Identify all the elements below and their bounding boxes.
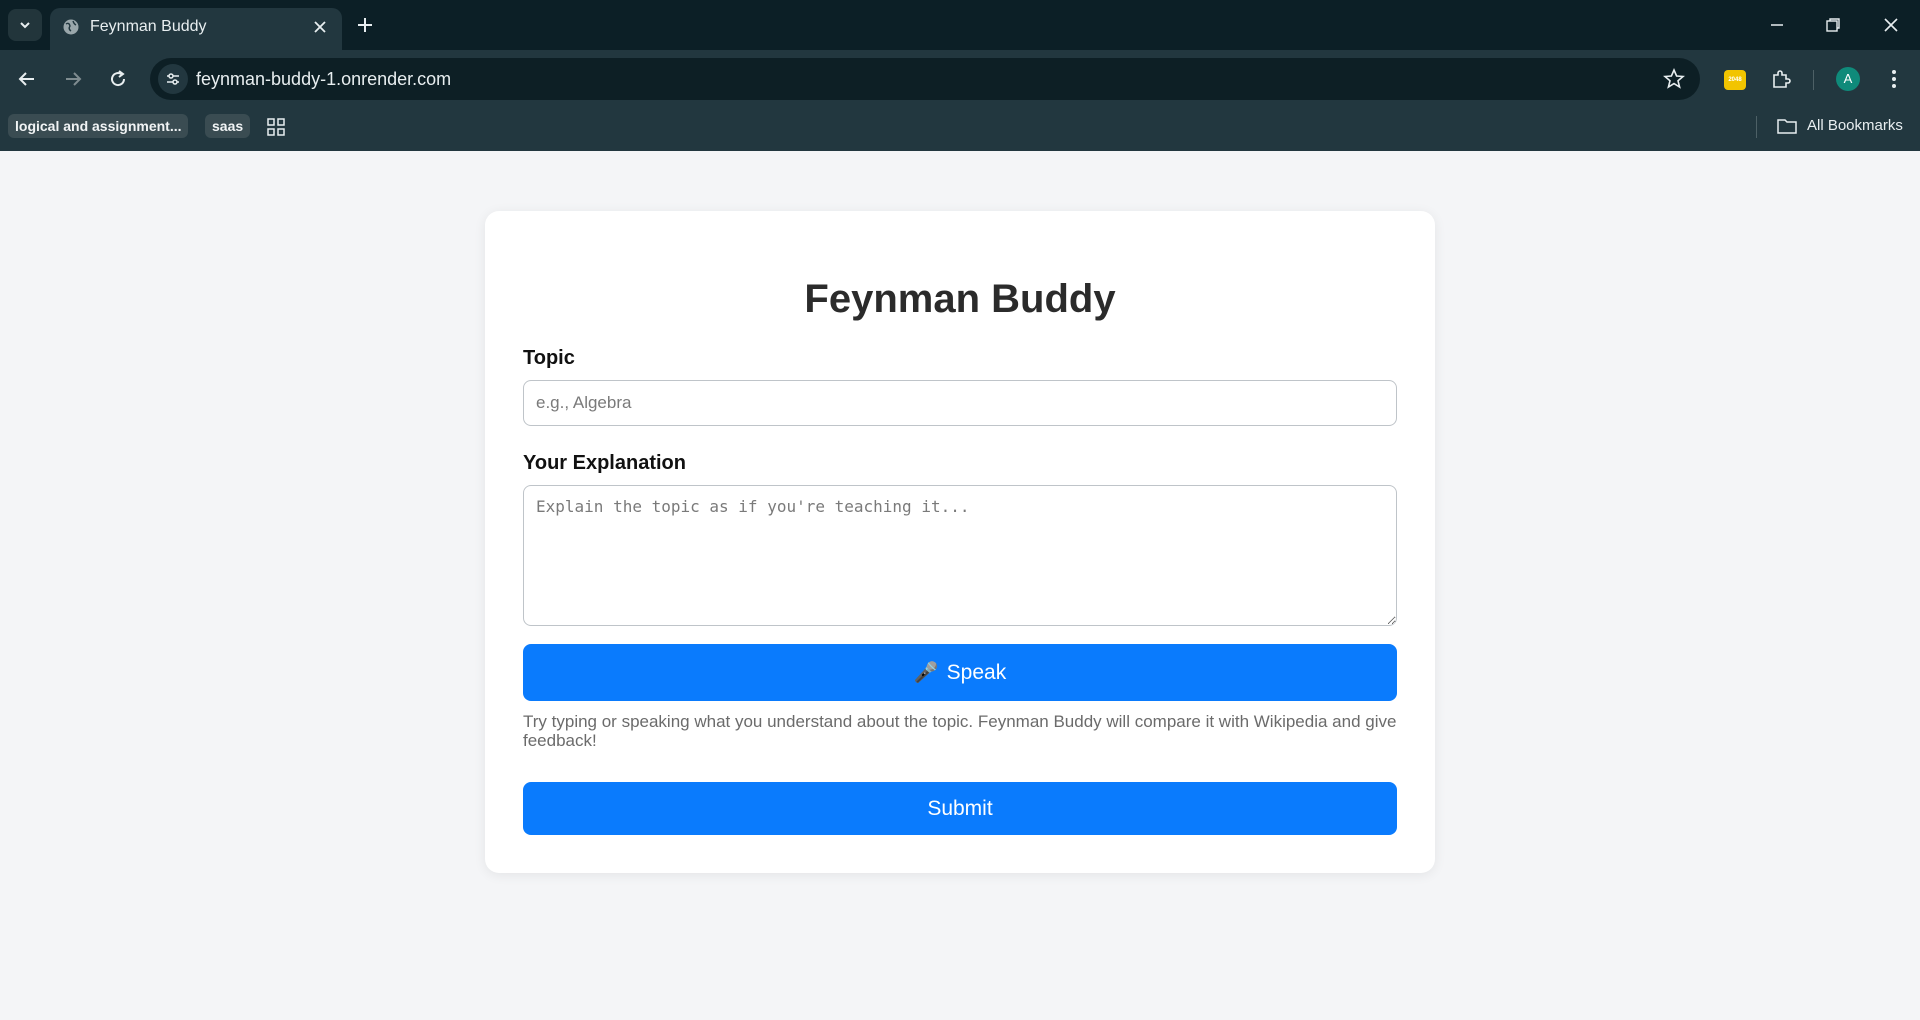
- close-window-icon[interactable]: [1878, 12, 1904, 38]
- speak-label: Speak: [946, 660, 1007, 684]
- back-arrow-icon[interactable]: [14, 66, 40, 92]
- minimize-icon[interactable]: [1764, 12, 1790, 38]
- profile-avatar[interactable]: A: [1836, 67, 1860, 91]
- microphone-icon: 🎤: [913, 662, 939, 684]
- chevron-down-icon: [20, 22, 30, 29]
- tab-search-button[interactable]: [8, 9, 42, 41]
- globe-icon: [63, 19, 79, 35]
- all-bookmarks-link[interactable]: All Bookmarks: [1807, 116, 1903, 136]
- more-menu-icon[interactable]: [1881, 66, 1907, 92]
- bookmark-star-icon[interactable]: [1662, 67, 1686, 91]
- bookmark-saas[interactable]: saas: [205, 114, 251, 138]
- topic-input[interactable]: [523, 380, 1397, 426]
- topic-label: Topic: [523, 347, 575, 369]
- hint-text: Try typing or speaking what you understa…: [523, 712, 1397, 750]
- url-text[interactable]: feynman-buddy-1.onrender.com: [196, 68, 451, 90]
- tune-icon: [167, 73, 179, 85]
- extensions-puzzle-icon[interactable]: [1768, 66, 1794, 92]
- feynman-form-card: Feynman Buddy Topic Your Explanation 🎤 S…: [485, 211, 1435, 873]
- page-title: Feynman Buddy: [804, 277, 1116, 321]
- speak-button[interactable]: 🎤 Speak: [523, 644, 1397, 701]
- explanation-textarea[interactable]: [523, 485, 1397, 626]
- bookmark-logical-and-assignment[interactable]: logical and assignment...: [8, 114, 189, 138]
- explanation-label: Your Explanation: [523, 452, 686, 474]
- forward-arrow-icon[interactable]: [60, 66, 86, 92]
- apps-grid-icon[interactable]: [265, 116, 287, 138]
- close-tab-icon[interactable]: [310, 17, 330, 37]
- restore-icon[interactable]: [1820, 12, 1846, 38]
- browser-tab-active[interactable]: Feynman Buddy: [50, 8, 342, 50]
- reload-icon[interactable]: [105, 66, 131, 92]
- site-info-button[interactable]: [158, 64, 188, 94]
- toolbar-divider: [1813, 70, 1814, 90]
- browser-tab-strip: Feynman Buddy: [0, 0, 1920, 50]
- tab-title: Feynman Buddy: [90, 18, 207, 35]
- bookmarks-divider: [1756, 116, 1757, 138]
- submit-button[interactable]: Submit: [523, 782, 1397, 835]
- address-bar[interactable]: feynman-buddy-1.onrender.com: [150, 58, 1700, 100]
- extension-2048-icon[interactable]: 2048: [1724, 70, 1746, 90]
- browser-toolbar: feynman-buddy-1.onrender.com 2048 A: [0, 50, 1920, 108]
- bookmarks-bar: logical and assignment... saas All Bookm…: [0, 108, 1920, 151]
- new-tab-icon[interactable]: [352, 12, 378, 38]
- folder-icon[interactable]: [1776, 115, 1798, 137]
